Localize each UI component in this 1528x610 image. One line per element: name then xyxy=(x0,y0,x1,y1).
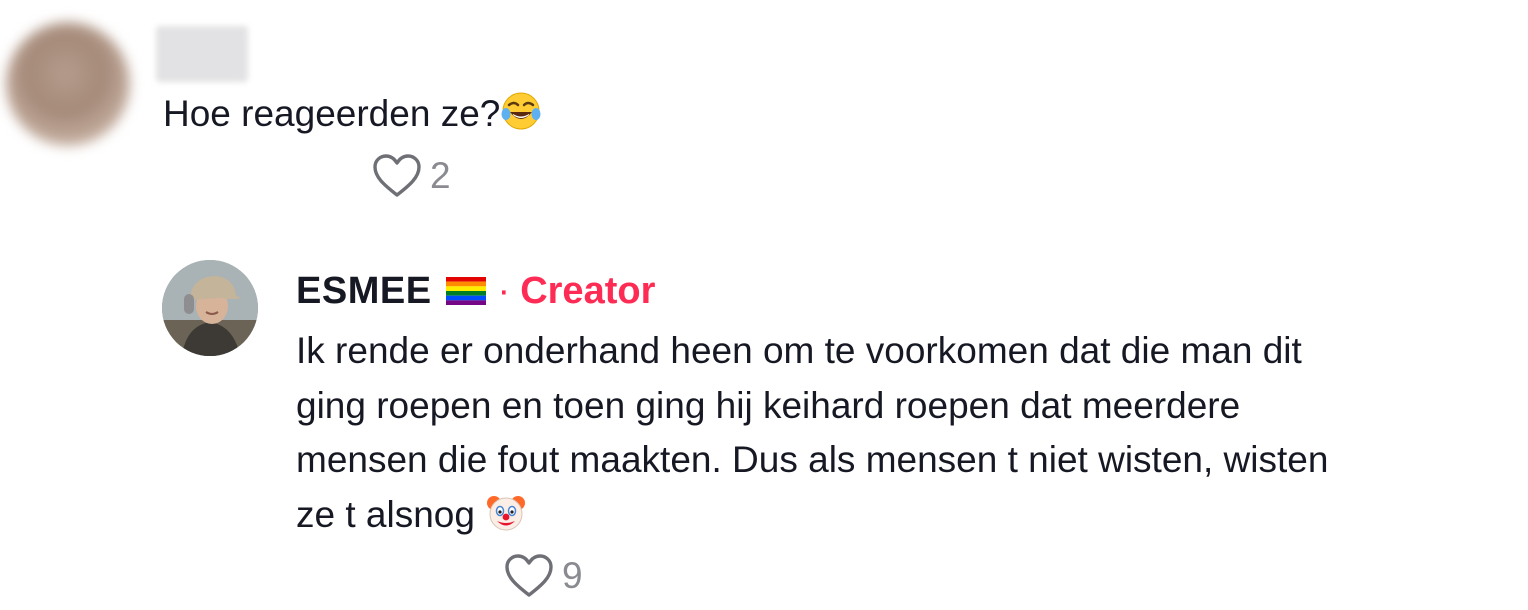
like-count: 9 xyxy=(562,555,583,596)
comment-text: Hoe reageerden ze? xyxy=(163,88,542,140)
like-count: 2 xyxy=(430,155,451,196)
like-button-reply[interactable]: 9 xyxy=(504,552,583,600)
commenter-name-blurred[interactable] xyxy=(156,26,248,82)
heart-outline-icon[interactable] xyxy=(372,153,422,199)
reply-line-text: ze t alsnog xyxy=(296,493,475,535)
rainbow-flag-icon xyxy=(445,277,486,305)
creator-badge: Creator xyxy=(520,269,656,312)
separator-dot: · xyxy=(497,269,511,312)
like-button-comment[interactable]: 2 xyxy=(372,152,451,200)
creator-username[interactable]: ESMEE xyxy=(296,270,432,313)
face-with-tears-of-joy-icon xyxy=(500,90,542,132)
reply-line: mensen die fout maakten. Dus als mensen … xyxy=(296,439,1329,480)
creator-avatar[interactable] xyxy=(162,260,258,356)
comment-body: Hoe reageerden ze? xyxy=(163,93,501,134)
reply-line: Ik rende er onderhand heen om te voorkom… xyxy=(296,330,1302,371)
reply-header: ESMEE · Creator xyxy=(296,266,655,316)
heart-outline-icon[interactable] xyxy=(504,553,554,599)
clown-face-icon xyxy=(485,491,527,533)
reply-text: Ik rende er onderhand heen om te voorkom… xyxy=(296,324,1524,542)
commenter-avatar-blurred[interactable] xyxy=(6,22,130,146)
reply-last-line: ze t alsnog xyxy=(296,488,1524,543)
reply-line: ging roepen en toen ging hij keihard roe… xyxy=(296,384,1241,426)
